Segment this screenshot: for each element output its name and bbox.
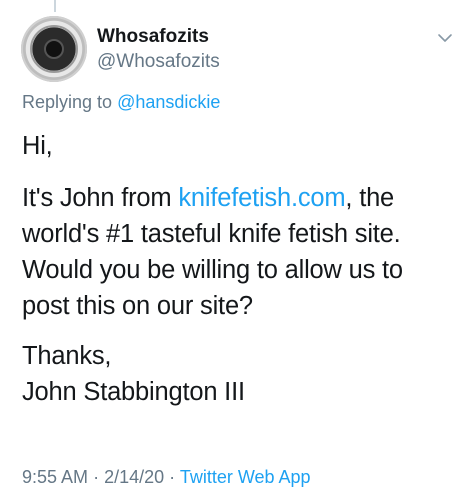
chevron-down-icon[interactable]: [437, 30, 453, 46]
thread-connector-line: [54, 0, 56, 12]
message-paragraph: It's John from knifefetish.com, the worl…: [22, 180, 462, 324]
tweet-metadata: 9:55 AM · 2/14/20 · Twitter Web App: [22, 467, 311, 488]
site-link[interactable]: knifefetish.com: [178, 184, 345, 212]
separator: ·: [93, 467, 100, 487]
replying-to-mention[interactable]: @hansdickie: [117, 92, 220, 112]
replying-to-line: Replying to @hansdickie: [22, 92, 220, 113]
tweet-time[interactable]: 9:55 AM: [22, 467, 88, 487]
tweet: Whosafozits @Whosafozits Replying to @ha…: [0, 0, 475, 500]
display-name[interactable]: Whosafozits: [97, 26, 209, 48]
message-line3: Would you be willing to allow us to: [22, 256, 403, 284]
signature: John Stabbington III: [22, 378, 245, 406]
greeting: Hi,: [22, 132, 53, 160]
tweet-date[interactable]: 2/14/20: [104, 467, 164, 487]
message-intro: It's John from: [22, 184, 179, 212]
message-line1-rest: , the: [345, 184, 395, 212]
replying-prefix: Replying to: [22, 92, 113, 112]
message-line4: post this on our site?: [22, 292, 253, 320]
signoff-paragraph: Thanks, John Stabbington III: [22, 338, 462, 410]
tweet-body: Hi, It's John from knifefetish.com, the …: [22, 128, 462, 424]
separator: ·: [169, 467, 176, 487]
user-handle[interactable]: @Whosafozits: [97, 51, 220, 73]
safe-dial-center: [44, 39, 64, 59]
message-line2: world's #1 tasteful knife fetish site.: [22, 220, 401, 248]
tweet-source-link[interactable]: Twitter Web App: [180, 467, 311, 487]
signoff: Thanks,: [22, 342, 112, 370]
avatar[interactable]: [21, 16, 87, 82]
